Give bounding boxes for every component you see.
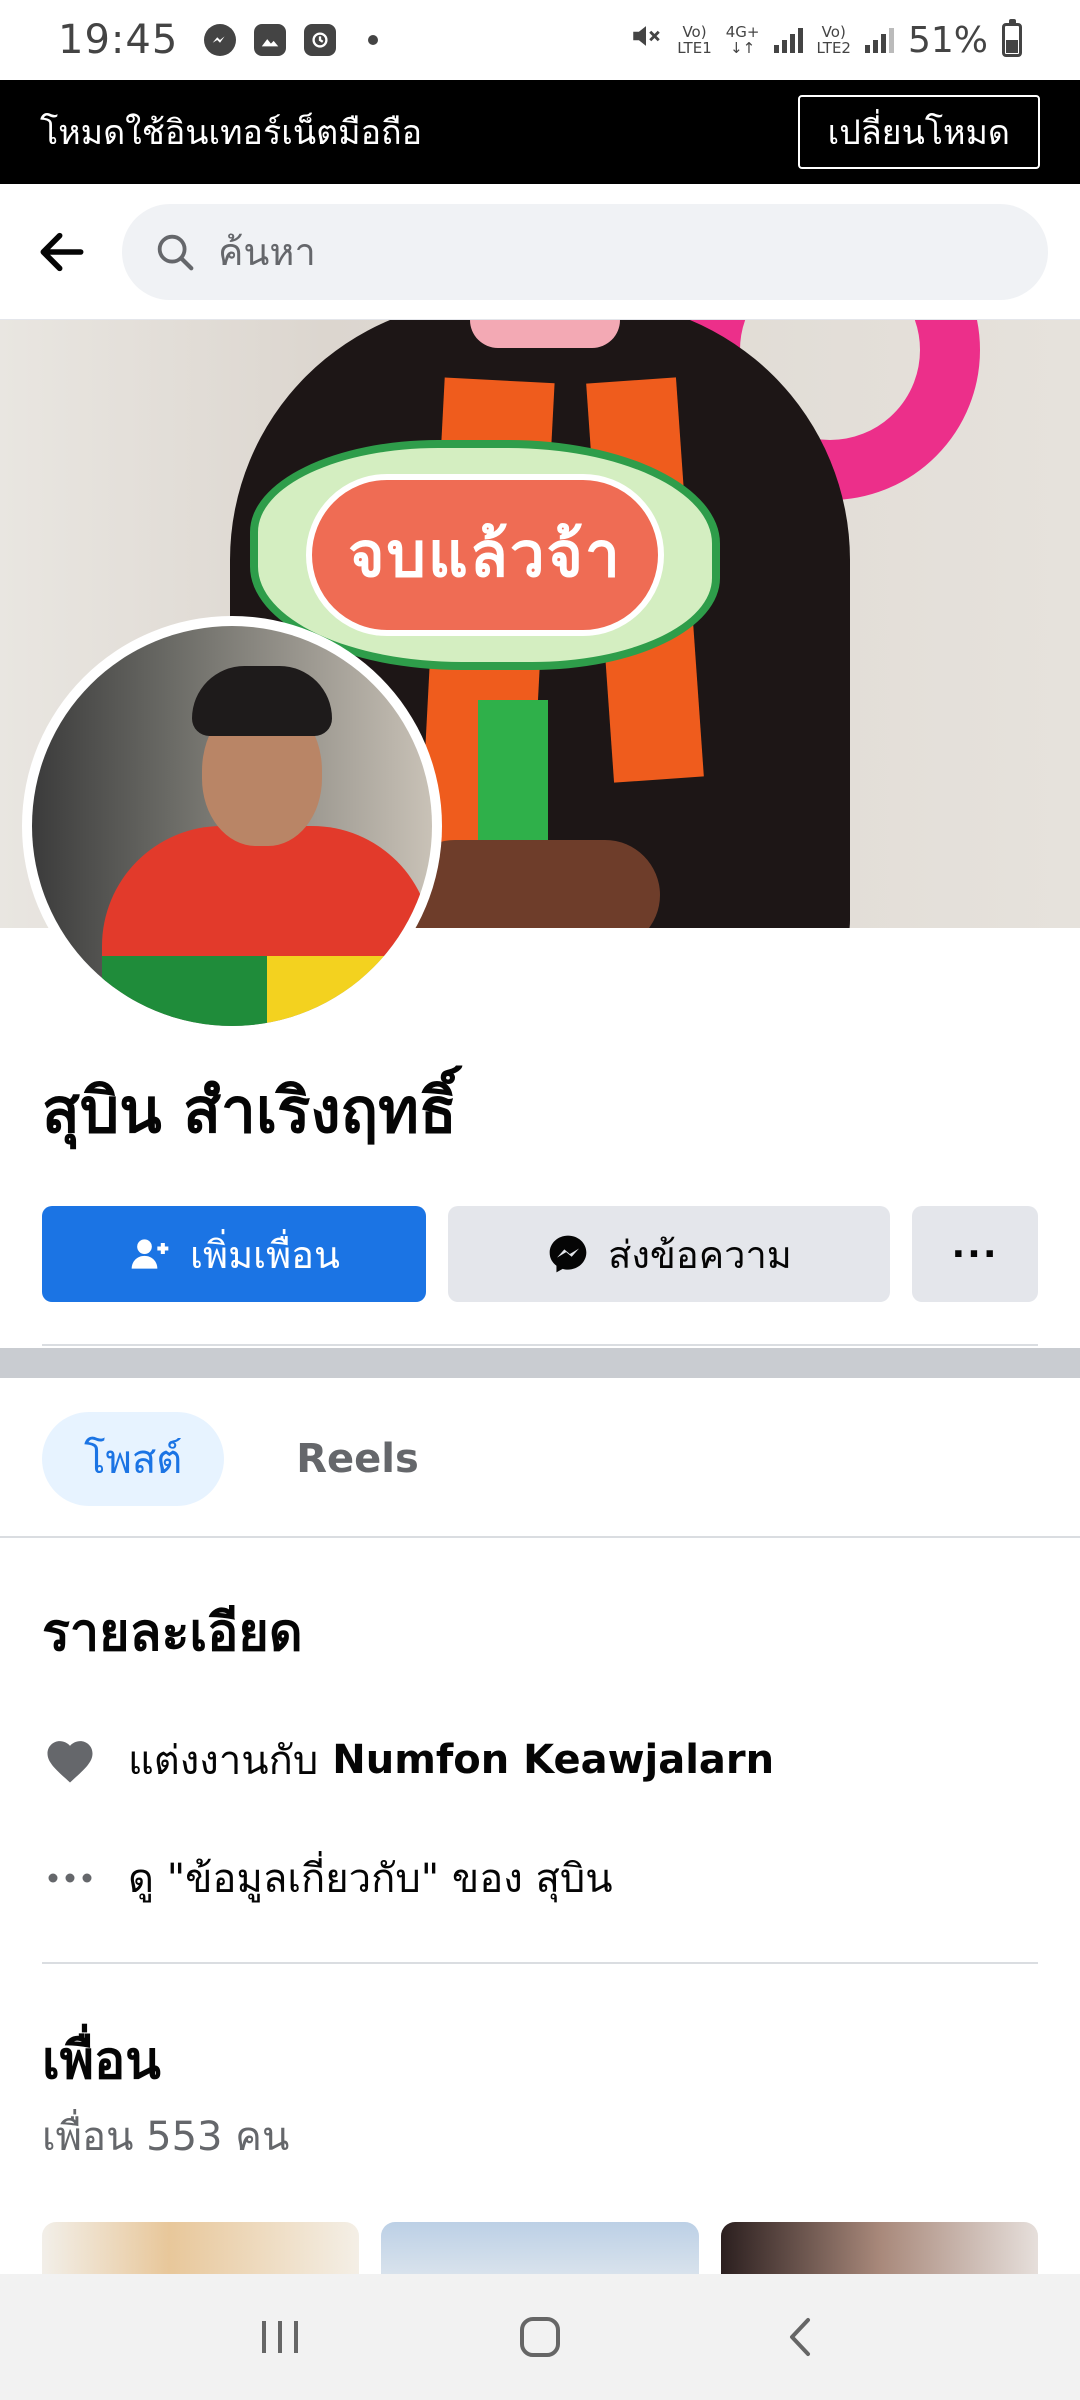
- more-notifications-dot-icon: [368, 35, 379, 45]
- network-type-text: 4G+: [725, 23, 760, 41]
- relationship-partner-link[interactable]: Numfon Keawjalarn: [332, 1737, 774, 1783]
- profile-tabs: โพสต์ Reels: [42, 1412, 461, 1506]
- avatar-photo: [32, 626, 432, 1026]
- divider: [42, 1344, 1038, 1346]
- system-navigation-bar: [0, 2274, 1080, 2400]
- home-icon: [520, 2317, 560, 2357]
- divider: [42, 1962, 1038, 1964]
- friend-thumbnail[interactable]: [720, 2222, 1038, 2274]
- chevron-left-icon: [790, 2318, 810, 2356]
- friends-title: เพื่อน: [42, 2031, 161, 2091]
- status-bar: 19:45 Vo) LTE1 4G+ ↓↑ Vo) LTE2 51%: [0, 0, 1080, 80]
- mute-icon: [629, 18, 663, 62]
- status-time: 19:45: [58, 17, 179, 63]
- about-row[interactable]: ดู "ข้อมูลเกี่ยวกับ" ของ สุบิน: [42, 1846, 613, 1910]
- network-type-label: 4G+ ↓↑: [725, 23, 760, 57]
- recent-apps-icon: [262, 2321, 298, 2353]
- signal-2-icon: [864, 27, 894, 53]
- relationship-prefix: แต่งงานกับ: [128, 1738, 319, 1784]
- avatar-shirt: [102, 826, 432, 1026]
- messenger-notification-icon: [204, 24, 237, 56]
- data-mode-text: โหมดใช้อินเทอร์เน็ตมือถือ: [40, 113, 423, 153]
- add-friend-label: เพิ่มเพื่อน: [190, 1232, 340, 1277]
- messenger-icon: [546, 1232, 590, 1276]
- cover-mask: [470, 320, 620, 348]
- search-input[interactable]: ค้นหา: [122, 203, 1048, 300]
- friends-grid: [42, 2222, 1038, 2274]
- search-icon: [157, 234, 194, 270]
- data-mode-banner: โหมดใช้อินเทอร์เน็ตมือถือ เปลี่ยนโหมด: [0, 80, 1080, 184]
- lte1-text: LTE1: [677, 39, 712, 57]
- heart-icon: [42, 1735, 98, 1785]
- avatar-hair: [192, 666, 332, 736]
- battery-percentage: 51%: [907, 19, 988, 61]
- profile-actions: เพิ่มเพื่อน ส่งข้อความ ···: [42, 1206, 1038, 1302]
- tab-reels[interactable]: Reels: [254, 1412, 461, 1506]
- search-placeholder: ค้นหา: [218, 230, 316, 274]
- friend-thumbnail[interactable]: [42, 2222, 360, 2274]
- home-button[interactable]: [500, 2297, 580, 2377]
- add-friend-button[interactable]: เพิ่มเพื่อน: [42, 1206, 426, 1302]
- more-dots-icon: [42, 1871, 98, 1885]
- battery-icon: [1002, 19, 1022, 57]
- friend-thumbnail[interactable]: [381, 2222, 699, 2274]
- tab-posts[interactable]: โพสต์: [42, 1412, 225, 1506]
- friends-count: เพื่อน 553 คน: [42, 2114, 290, 2160]
- status-right: Vo) LTE1 4G+ ↓↑ Vo) LTE2 51%: [629, 18, 1022, 62]
- profile-avatar[interactable]: [22, 616, 442, 1036]
- details-title: รายละเอียด: [42, 1603, 303, 1663]
- search-header: ค้นหา: [0, 184, 1080, 320]
- recent-apps-button[interactable]: [240, 2297, 320, 2377]
- message-button[interactable]: ส่งข้อความ: [448, 1206, 890, 1302]
- switch-mode-button[interactable]: เปลี่ยนโหมด: [797, 95, 1040, 169]
- relationship-row: แต่งงานกับ Numfon Keawjalarn: [42, 1728, 774, 1792]
- more-options-button[interactable]: ···: [912, 1206, 1038, 1302]
- volte-lte1-label: Vo) LTE1: [677, 24, 711, 56]
- signal-1-icon: [773, 27, 803, 53]
- more-options-icon: ···: [951, 1233, 999, 1275]
- section-divider: [0, 1348, 1080, 1378]
- back-nav-button[interactable]: [760, 2297, 840, 2377]
- back-button[interactable]: [32, 222, 92, 282]
- profile-name: สุบิน สำเริงฤทธิ์: [42, 1074, 457, 1147]
- message-label: ส่งข้อความ: [608, 1232, 792, 1277]
- cover-sign-text: จบแล้วจ้า: [306, 474, 664, 636]
- add-friend-icon: [128, 1232, 172, 1276]
- divider: [0, 1536, 1080, 1538]
- volte-lte2-label: Vo) LTE2: [817, 24, 851, 56]
- lte2-text: LTE2: [816, 39, 851, 57]
- clock-notification-icon: [304, 24, 337, 56]
- back-arrow-icon: [40, 232, 84, 271]
- gallery-notification-icon: [254, 24, 287, 56]
- status-left: 19:45: [58, 17, 379, 63]
- about-link[interactable]: ดู "ข้อมูลเกี่ยวกับ" ของ สุบิน: [128, 1846, 613, 1910]
